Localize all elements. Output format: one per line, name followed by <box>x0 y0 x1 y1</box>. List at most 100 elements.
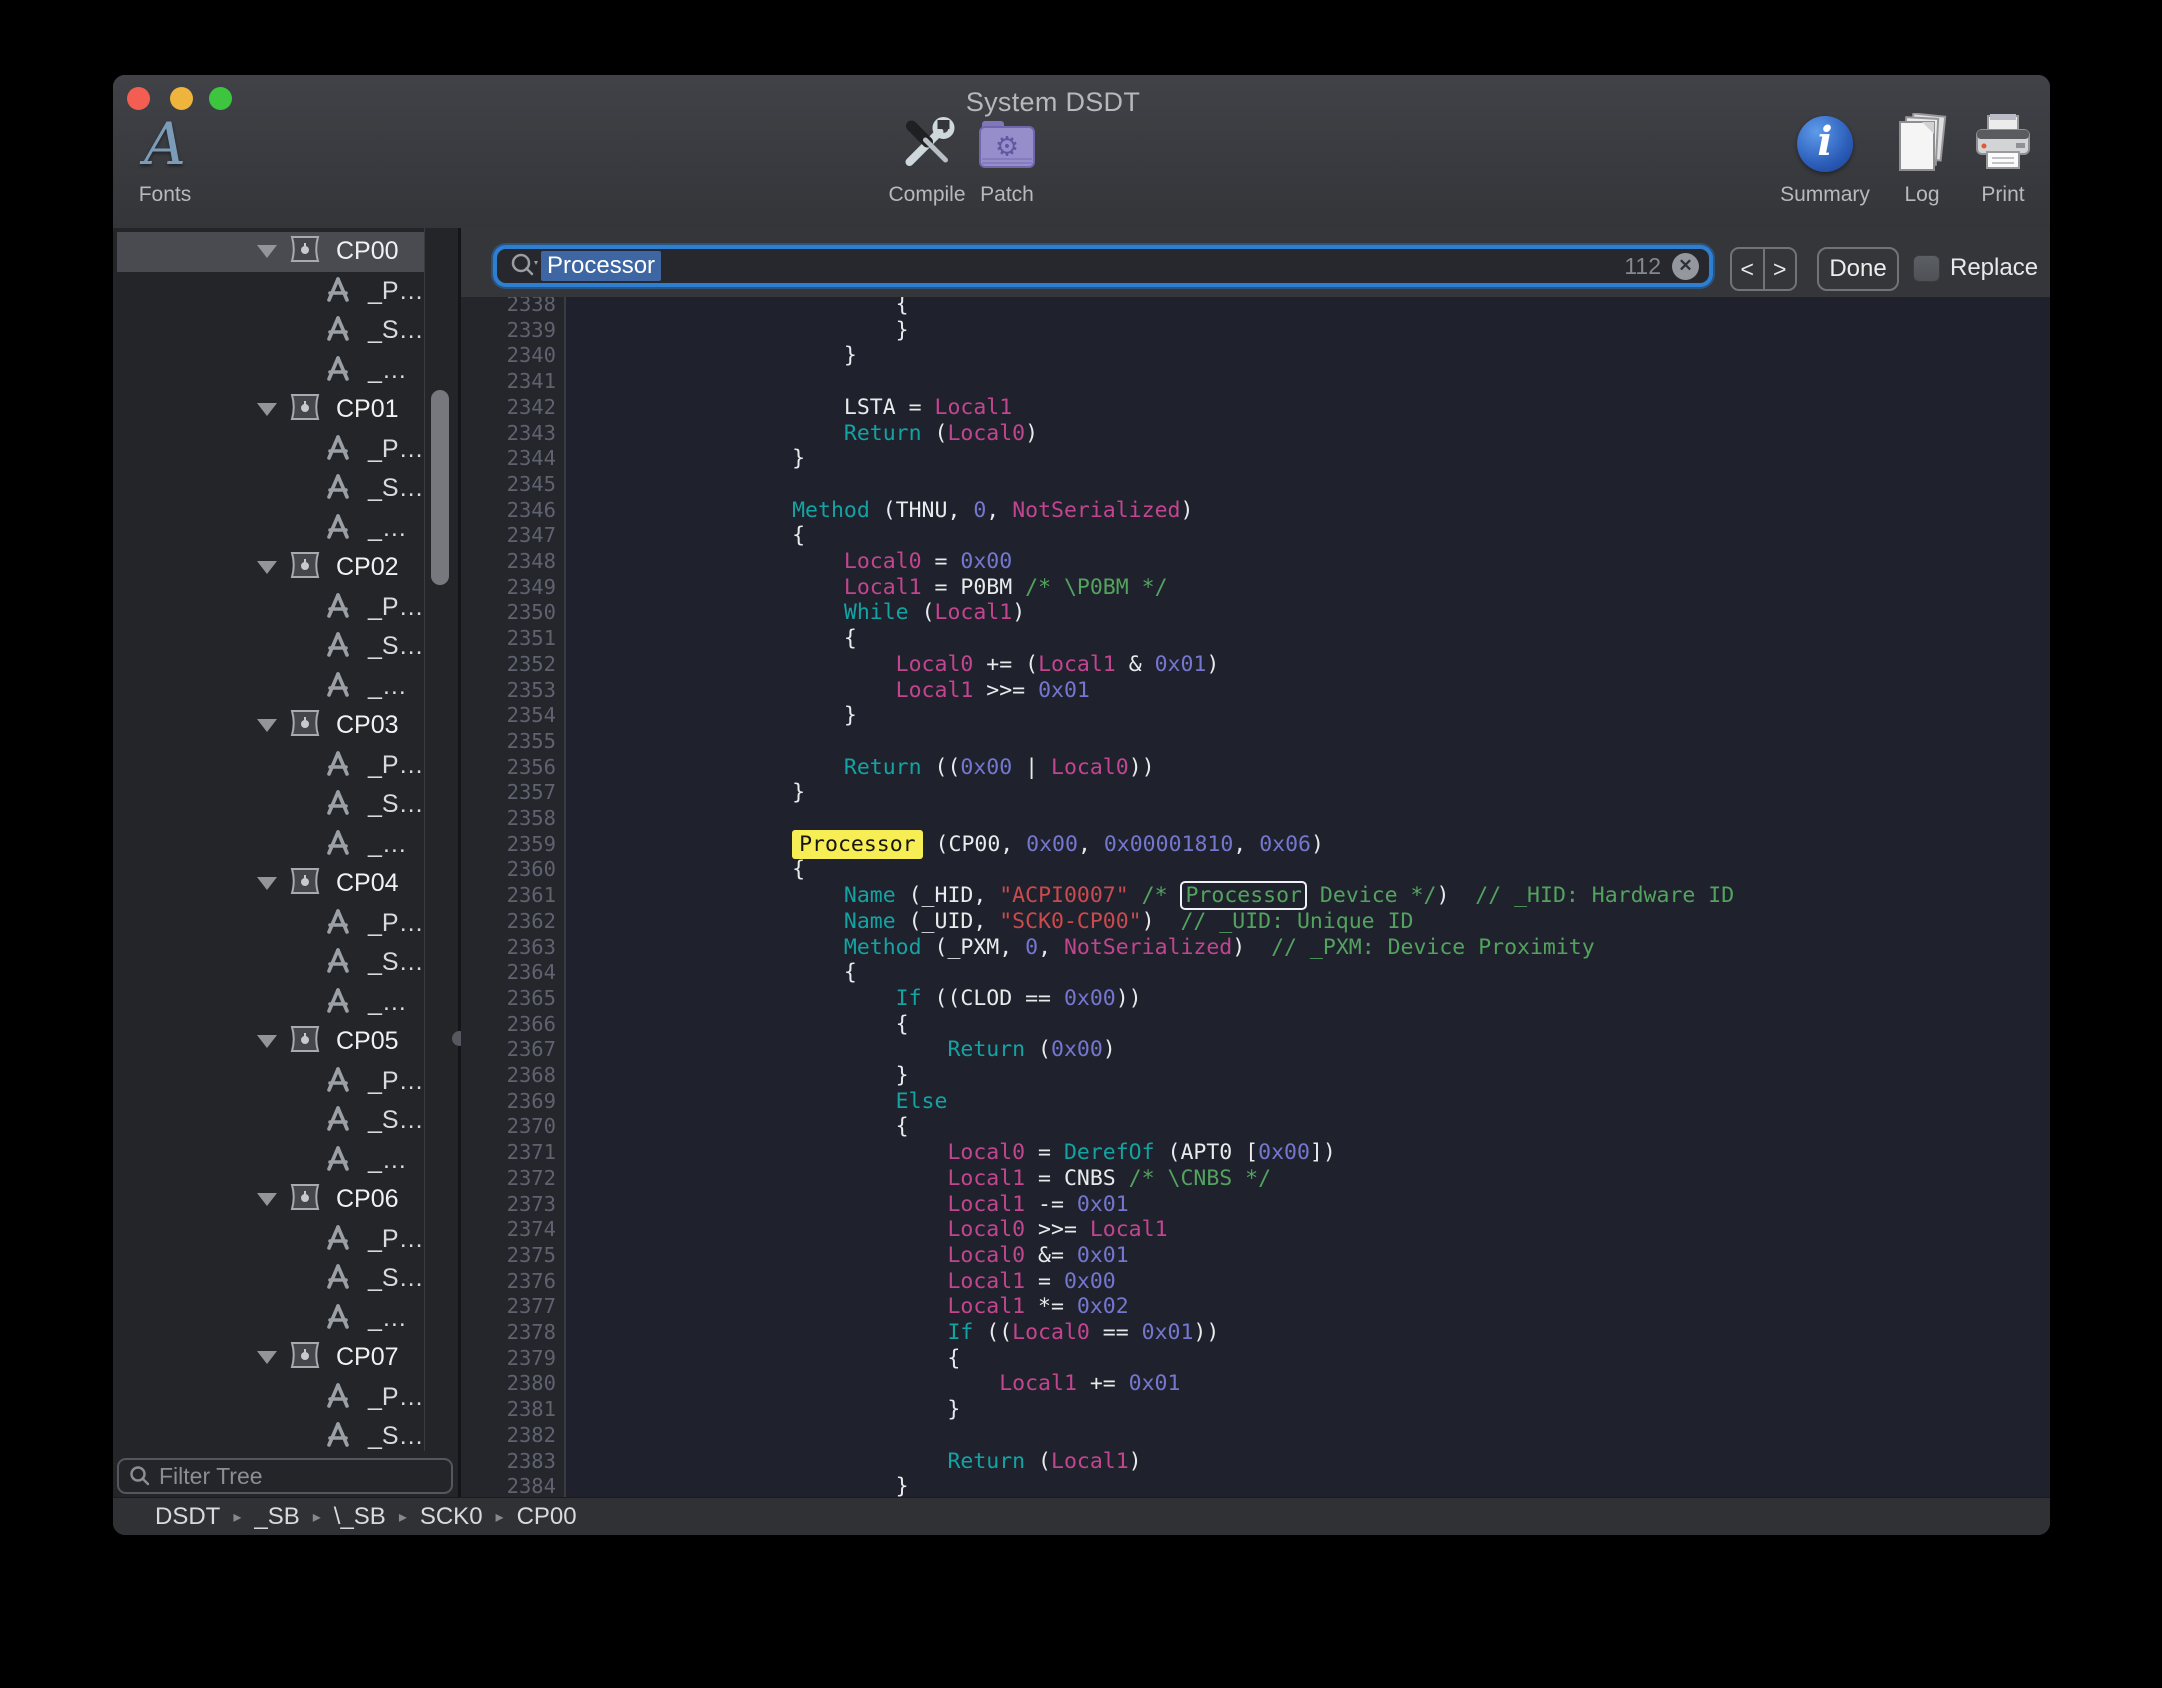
tree-leaf-label: _… <box>368 1146 407 1175</box>
tree-leaf-cp02[interactable]: _… <box>117 667 424 707</box>
tree-leaf-cp07[interactable]: _P… <box>117 1378 424 1418</box>
log-button[interactable]: Log <box>1893 107 1951 207</box>
tree-leaf-cp06[interactable]: _S… <box>117 1259 424 1299</box>
find-next-button[interactable]: > <box>1765 249 1796 289</box>
breadcrumb-separator-icon: ▸ <box>313 1507 321 1527</box>
tree-leaf-cp04[interactable]: _P… <box>117 904 424 944</box>
tree-leaf-cp03[interactable]: _P… <box>117 746 424 786</box>
tree-node-cp05[interactable]: CP05 <box>117 1022 424 1062</box>
processor-device-icon <box>288 1340 322 1375</box>
breadcrumb-item[interactable]: SCK0 <box>420 1503 483 1531</box>
method-icon <box>322 471 354 506</box>
tree-node-cp01[interactable]: CP01 <box>117 390 424 430</box>
tree-leaf-cp06[interactable]: _P… <box>117 1220 424 1260</box>
tree-leaf-cp05[interactable]: _P… <box>117 1062 424 1102</box>
disclosure-triangle-icon[interactable] <box>257 719 277 732</box>
breadcrumb-item[interactable]: \_SB <box>334 1503 386 1531</box>
breadcrumb-item[interactable]: DSDT <box>155 1503 220 1531</box>
tree-node-label: CP02 <box>336 553 399 582</box>
tree-leaf-cp00[interactable]: _P… <box>117 272 424 312</box>
line-number: 2384 <box>466 1474 556 1497</box>
tree-leaf-cp04[interactable]: _S… <box>117 943 424 983</box>
fonts-button[interactable]: A Fonts <box>139 107 192 207</box>
processor-device-icon <box>288 708 322 743</box>
print-button[interactable]: Print <box>1972 107 2034 207</box>
tree-node-cp00[interactable]: CP00 <box>117 232 424 272</box>
breadcrumb-item[interactable]: _SB <box>254 1503 299 1531</box>
breadcrumb-item[interactable]: CP00 <box>517 1503 577 1531</box>
line-number: 2361 <box>466 883 556 909</box>
compile-button[interactable]: Compile <box>888 107 965 207</box>
code-line-2369: Else <box>585 1089 947 1115</box>
replace-checkbox[interactable] <box>1913 255 1940 282</box>
code-line-2383: Return (Local1) <box>585 1449 1142 1475</box>
tree-leaf-cp03[interactable]: _… <box>117 825 424 865</box>
line-number-gutter: 2338233923402341234223432344234523462347… <box>461 297 566 1497</box>
fonts-label: Fonts <box>139 183 192 207</box>
tree-node-cp04[interactable]: CP04 <box>117 864 424 904</box>
method-icon <box>322 511 354 546</box>
code-line-2378: If ((Local0 == 0x01)) <box>585 1320 1219 1346</box>
summary-button[interactable]: i Summary <box>1780 107 1870 207</box>
line-number: 2357 <box>466 780 556 806</box>
code-line-2363: Method (_PXM, 0, NotSerialized) // _PXM:… <box>585 935 1595 961</box>
clear-search-icon[interactable]: ✕ <box>1672 253 1699 280</box>
tree-leaf-cp00[interactable]: _… <box>117 351 424 391</box>
app-window: System DSDT A Fonts Compile <box>113 75 2050 1535</box>
line-number: 2372 <box>466 1166 556 1192</box>
filter-tree-field[interactable]: Filter Tree <box>117 1458 453 1494</box>
breadcrumb-separator-icon: ▸ <box>399 1507 407 1527</box>
code-editor[interactable]: { } } LSTA = Local1 Return (Local0) } Me… <box>566 297 2050 1497</box>
tree-leaf-label: _S… <box>368 316 424 345</box>
find-previous-button[interactable]: < <box>1732 249 1765 289</box>
search-query[interactable]: Processor <box>541 251 661 281</box>
code-line-2384: } <box>585 1474 909 1497</box>
tree-leaf-label: _S… <box>368 632 424 661</box>
code-line-2339: } <box>585 318 909 344</box>
breadcrumb-separator-icon: ▸ <box>496 1507 504 1527</box>
line-number: 2374 <box>466 1217 556 1243</box>
disclosure-triangle-icon[interactable] <box>257 561 277 574</box>
disclosure-triangle-icon[interactable] <box>257 245 277 258</box>
line-number: 2375 <box>466 1243 556 1269</box>
disclosure-triangle-icon[interactable] <box>257 1351 277 1364</box>
tree-leaf-cp02[interactable]: _S… <box>117 627 424 667</box>
summary-label: Summary <box>1780 183 1870 207</box>
disclosure-triangle-icon[interactable] <box>257 1035 277 1048</box>
tree-leaf-cp05[interactable]: _S… <box>117 1101 424 1141</box>
patch-button[interactable]: ⚙ Patch <box>976 107 1038 207</box>
tree-leaf-cp04[interactable]: _… <box>117 983 424 1023</box>
code-line-2352: Local0 += (Local1 & 0x01) <box>585 652 1219 678</box>
tree-leaf-cp07[interactable]: _S… <box>117 1417 424 1451</box>
method-icon <box>322 827 354 862</box>
tree-leaf-cp01[interactable]: _… <box>117 509 424 549</box>
disclosure-triangle-icon[interactable] <box>257 403 277 416</box>
tree-leaf-cp05[interactable]: _… <box>117 1141 424 1181</box>
search-field[interactable]: Processor 112 ✕ <box>493 245 1713 287</box>
tree-node-cp03[interactable]: CP03 <box>117 706 424 746</box>
method-icon <box>322 1143 354 1178</box>
disclosure-triangle-icon[interactable] <box>257 1193 277 1206</box>
tree-leaf-label: _P… <box>368 1067 424 1096</box>
line-number: 2365 <box>466 986 556 1012</box>
tree-node-cp02[interactable]: CP02 <box>117 548 424 588</box>
disclosure-triangle-icon[interactable] <box>257 877 277 890</box>
filter-placeholder: Filter Tree <box>159 1463 263 1490</box>
processor-device-icon <box>288 550 322 585</box>
done-button[interactable]: Done <box>1817 247 1899 291</box>
code-line-2372: Local1 = CNBS /* \CNBS */ <box>585 1166 1271 1192</box>
tree-leaf-cp01[interactable]: _S… <box>117 469 424 509</box>
tree-leaf-cp02[interactable]: _P… <box>117 588 424 628</box>
tree-leaf-cp03[interactable]: _S… <box>117 785 424 825</box>
method-icon <box>322 432 354 467</box>
search-icon[interactable] <box>509 251 541 281</box>
code-line-2342: LSTA = Local1 <box>585 395 1012 421</box>
tree-leaf-label: _S… <box>368 948 424 977</box>
tree-leaf-cp01[interactable]: _P… <box>117 430 424 470</box>
tree-node-cp06[interactable]: CP06 <box>117 1180 424 1220</box>
tree-scrollbar-thumb[interactable] <box>431 390 449 585</box>
tree-leaf-cp00[interactable]: _S… <box>117 311 424 351</box>
tree-leaf-cp06[interactable]: _… <box>117 1299 424 1339</box>
tree-node-cp07[interactable]: CP07 <box>117 1338 424 1378</box>
line-number: 2362 <box>466 909 556 935</box>
